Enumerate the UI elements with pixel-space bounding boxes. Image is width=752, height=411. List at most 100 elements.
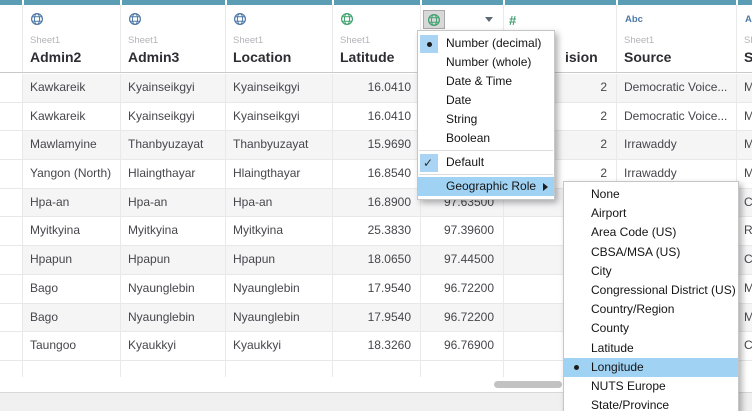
text-type-icon[interactable]: Abc: [745, 14, 752, 25]
geographic-globe-icon[interactable]: [233, 12, 247, 26]
cell-gutter: [0, 102, 23, 132]
cell-location: Myitkyina: [226, 217, 333, 247]
cell-state: R: [737, 217, 752, 247]
submenu-item-label: None: [591, 187, 620, 201]
column-header-row: Sheet1 Admin2 Sheet1 Admin3 Sheet1 Location Sh…: [0, 5, 752, 73]
type-menu-item-geographic-role[interactable]: Geographic Role: [418, 177, 554, 196]
geo-role-item-state-province[interactable]: State/Province: [564, 396, 738, 411]
column-name: Admin2: [30, 49, 82, 65]
cell-gutter: [0, 274, 23, 304]
cell-admin3: Nyaunglebin: [121, 274, 226, 304]
geo-role-item-none[interactable]: None: [564, 185, 738, 204]
cell-admin2: Bago: [23, 303, 121, 333]
geo-role-item-county[interactable]: County: [564, 319, 738, 338]
column-name: Latitude: [340, 49, 395, 65]
geographic-globe-icon[interactable]: [340, 12, 354, 26]
empty-cell: [226, 360, 333, 377]
cell-state: M: [737, 303, 752, 333]
type-menu-item-default[interactable]: ✓ Default: [418, 153, 554, 172]
menu-icon-gutter: [420, 111, 438, 129]
geo-role-item-congressional-district-us[interactable]: Congressional District (US): [564, 281, 738, 300]
geo-role-item-nuts-europe[interactable]: NUTS Europe: [564, 377, 738, 396]
submenu-item-label: Latitude: [591, 340, 634, 355]
submenu-item-label: State/Province: [591, 398, 670, 411]
empty-cell: [333, 360, 421, 377]
selected-radio-icon: [420, 34, 438, 53]
number-type-icon[interactable]: #: [509, 13, 516, 28]
data-type-button-pressed[interactable]: [423, 10, 445, 29]
cell-longitude: 96.72200: [421, 303, 504, 333]
empty-cell: [121, 360, 226, 377]
cell-gutter: [0, 303, 23, 333]
geo-role-item-city[interactable]: City: [564, 262, 738, 281]
geo-role-item-area-code-us[interactable]: Area Code (US): [564, 223, 738, 242]
cell-location: Kyainseikgyi: [226, 102, 333, 132]
column-header-source[interactable]: Abc Sheet1 Source: [617, 5, 737, 72]
cell-latitude: 18.3260: [333, 332, 421, 361]
cell-location: Nyaunglebin: [226, 303, 333, 333]
submenu-item-label: Airport: [591, 206, 627, 221]
cell-admin2: Kawkareik: [23, 102, 121, 132]
menu-item-label: Boolean: [446, 131, 491, 145]
sheet-label: Sheet1: [624, 35, 655, 46]
dropdown-caret-icon[interactable]: [485, 17, 493, 22]
table-row: Mawlamyine Thanbyuzayat Thanbyuzayat 15.969…: [0, 131, 752, 161]
geo-role-item-airport[interactable]: Airport: [564, 204, 738, 223]
submenu-item-label: Congressional District (US): [591, 282, 736, 297]
cell-location: Nyaunglebin: [226, 274, 333, 304]
menu-icon-gutter: [420, 54, 438, 72]
cell-source: Irrawaddy: [617, 131, 737, 161]
submenu-item-label: City: [591, 263, 612, 278]
geographic-globe-icon[interactable]: [30, 12, 44, 26]
cell-latitude: 15.9690: [333, 131, 421, 161]
column-header-s[interactable]: Abc Sheet1 S: [737, 5, 752, 72]
cell-admin3: Myitkyina: [121, 217, 226, 247]
empty-cell: [0, 360, 23, 377]
column-header-admin3[interactable]: Sheet1 Admin3: [121, 5, 226, 72]
menu-separator: [419, 174, 553, 175]
column-header-admin2[interactable]: Sheet1 Admin2: [23, 5, 121, 72]
column-header-location[interactable]: Sheet1 Location: [226, 5, 333, 72]
sheet-label: Sheet1: [233, 35, 264, 46]
column-header-gutter: [0, 5, 23, 72]
selected-bullet-icon: [574, 364, 579, 370]
empty-cell: [737, 360, 752, 377]
type-menu-item-number-whole[interactable]: Number (whole): [418, 53, 554, 72]
table-row: Kawkareik Kyainseikgyi Kyainseikgyi 16.0410…: [0, 74, 752, 103]
menu-icon-gutter: [420, 130, 438, 148]
cell-latitude: 18.0650: [333, 246, 421, 275]
cell-gutter: [0, 188, 23, 218]
text-type-icon[interactable]: Abc: [625, 14, 643, 25]
cell-state: C: [737, 332, 752, 361]
menu-item-label: Default: [446, 155, 485, 169]
table-row: Kawkareik Kyainseikgyi Kyainseikgyi 16.0410…: [0, 102, 752, 132]
cell-gutter: [0, 332, 23, 361]
cell-latitude: 17.9540: [333, 303, 421, 333]
geographic-role-submenu: None Airport Area Code (US) CBSA/MSA (US) Ci…: [563, 181, 739, 411]
geo-role-item-latitude[interactable]: Latitude: [564, 339, 738, 358]
menu-item-label: String: [446, 112, 478, 126]
sheet-label: Sheet1: [744, 35, 752, 46]
submenu-arrow-icon: [543, 182, 548, 191]
cell-gutter: [0, 246, 23, 275]
cell-location: Kyaukkyi: [226, 332, 333, 361]
cell-admin3: Hlaingthayar: [121, 160, 226, 189]
geographic-globe-icon[interactable]: [128, 12, 142, 26]
cell-admin2: Kawkareik: [23, 74, 121, 103]
menu-item-label: Date: [446, 93, 472, 107]
type-menu-item-number-decimal[interactable]: Number (decimal): [418, 34, 554, 53]
submenu-item-label: CBSA/MSA (US): [591, 244, 681, 259]
geo-role-item-country-region[interactable]: Country/Region: [564, 300, 738, 319]
column-name: Location: [233, 49, 292, 65]
horizontal-scrollbar-handle[interactable]: [494, 381, 562, 388]
type-menu-item-boolean[interactable]: Boolean: [418, 129, 554, 148]
cell-admin2: Hpa-an: [23, 188, 121, 218]
empty-cell: [23, 360, 121, 377]
cell-admin3: Hpa-an: [121, 188, 226, 218]
type-menu-item-string[interactable]: String: [418, 110, 554, 129]
type-menu-item-date[interactable]: Date: [418, 91, 554, 110]
column-header-latitude[interactable]: Sheet1 Latitude: [333, 5, 421, 72]
geo-role-item-longitude[interactable]: Longitude: [564, 357, 738, 377]
geo-role-item-cbsa-msa-us[interactable]: CBSA/MSA (US): [564, 243, 738, 262]
type-menu-item-date-time[interactable]: Date & Time: [418, 72, 554, 91]
